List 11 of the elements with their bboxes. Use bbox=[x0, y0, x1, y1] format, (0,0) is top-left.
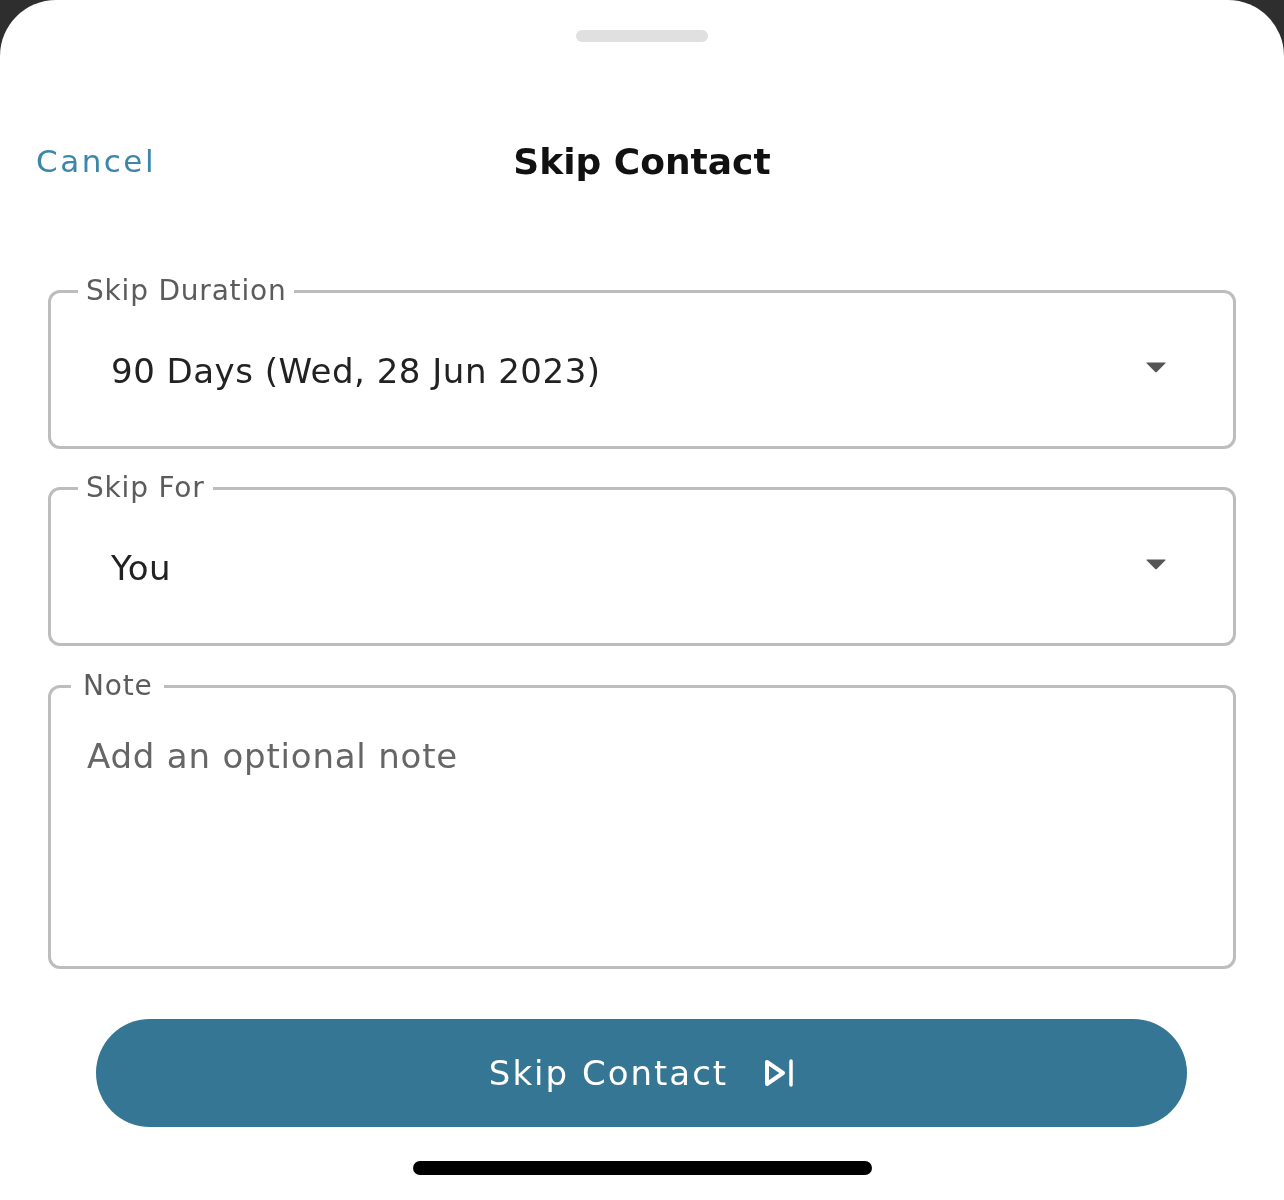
field-label: Skip Duration bbox=[85, 274, 288, 308]
skip-contact-button[interactable]: Skip Contact bbox=[96, 1019, 1187, 1127]
skip-next-icon bbox=[764, 1058, 795, 1088]
cancel-button[interactable]: Cancel bbox=[36, 143, 157, 179]
dropdown-value: 90 Days (Wed, 28 Jun 2023) bbox=[111, 350, 601, 391]
caret-down-icon bbox=[1146, 559, 1166, 570]
drag-handle[interactable] bbox=[576, 30, 708, 42]
dropdown-value: You bbox=[111, 547, 172, 588]
field-label: Skip For bbox=[85, 471, 206, 505]
caret-down-icon bbox=[1146, 362, 1166, 373]
sheet-title: Skip Contact bbox=[513, 140, 771, 182]
